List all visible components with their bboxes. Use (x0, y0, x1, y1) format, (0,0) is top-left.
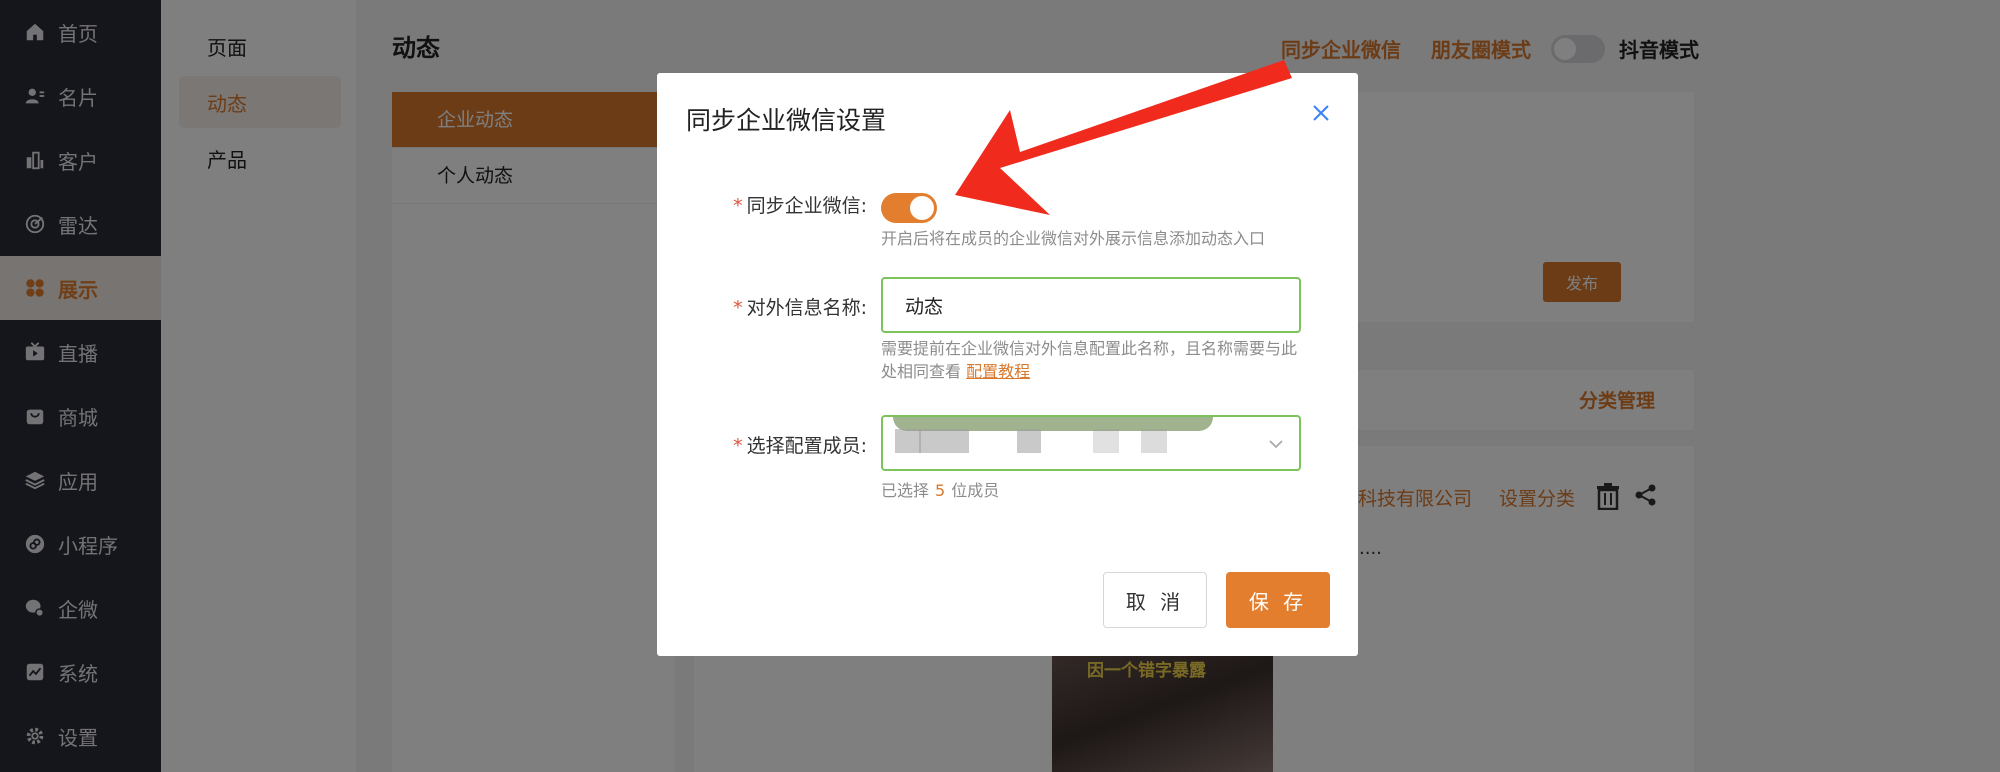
redacted-region (1017, 429, 1041, 453)
config-tutorial-link[interactable]: 配置教程 (966, 362, 1030, 381)
members-label: * 选择配置成员: (733, 435, 867, 457)
sync-label: * 同步企业微信: (733, 195, 867, 217)
redacted-region (919, 429, 969, 453)
close-icon[interactable] (1309, 101, 1333, 125)
redacted-region (895, 429, 921, 453)
sync-hint: 开启后将在成员的企业微信对外展示信息添加动态入口 (881, 229, 1266, 248)
redacted-region (1141, 429, 1167, 453)
chevron-down-icon (1269, 440, 1283, 449)
sync-wecom-modal: 同步企业微信设置 * 同步企业微信: 开启后将在成员的企业微信对外展示信息添加动态… (657, 73, 1358, 656)
picked-count-text: 已选择 5 位成员 (881, 481, 1000, 500)
name-hint: 需要提前在企业微信对外信息配置此名称，且名称需要与此处相同查看 配置教程 (881, 339, 1298, 381)
save-button[interactable]: 保 存 (1226, 572, 1330, 628)
redacted-region (1093, 429, 1119, 453)
sync-toggle[interactable] (881, 193, 937, 223)
required-mark: * (733, 435, 743, 457)
required-mark: * (733, 297, 743, 319)
required-mark: * (733, 195, 743, 217)
members-select[interactable] (881, 415, 1301, 471)
name-label: * 对外信息名称: (733, 297, 867, 319)
cancel-button[interactable]: 取 消 (1103, 572, 1207, 628)
external-name-input[interactable]: 动态 (881, 277, 1301, 333)
modal-title: 同步企业微信设置 (686, 106, 887, 135)
